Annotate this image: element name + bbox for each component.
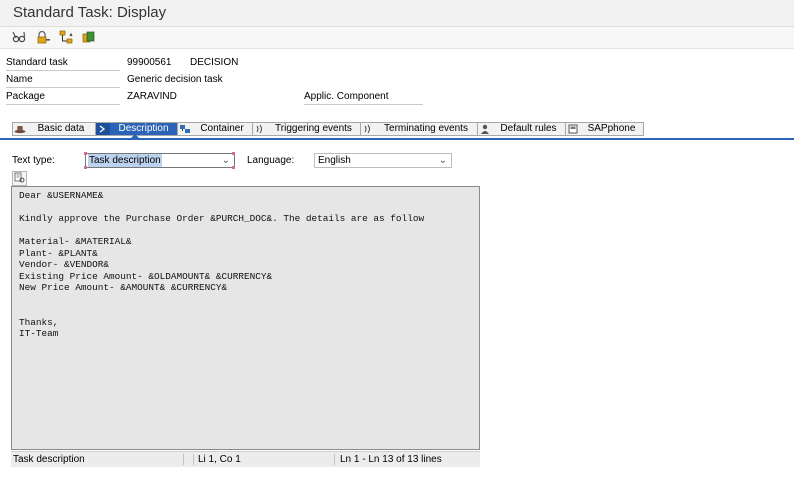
phone-icon <box>566 123 580 135</box>
tab-basic-data[interactable]: Basic data <box>12 122 95 136</box>
editor-line[interactable] <box>19 294 424 306</box>
standard-task-id: 99900561 <box>127 57 172 68</box>
tab-triggering-events[interactable]: Triggering events <box>252 122 360 136</box>
tab-container-label: Container <box>200 123 244 134</box>
chevron-down-icon[interactable]: ⌄ <box>439 154 447 167</box>
editor-line[interactable]: Dear &USERNAME& <box>19 190 424 202</box>
tab-description-label: Description <box>118 123 169 134</box>
editor-line[interactable]: IT-Team <box>19 328 424 340</box>
applic-component-label: Applic. Component <box>304 89 423 105</box>
transport-icon[interactable] <box>81 29 97 45</box>
editor-line[interactable]: Plant- &PLANT& <box>19 248 424 260</box>
focus-corner <box>232 166 235 169</box>
tab-default-rules[interactable]: Default rules <box>477 122 565 136</box>
tab-terminating-events[interactable]: Terminating events <box>360 122 477 136</box>
tab-strip: Basic data Description Container Trigger… <box>12 122 644 136</box>
editor-line[interactable]: Thanks, <box>19 317 424 329</box>
task-header: Standard task 99900561 DECISION Name Gen… <box>0 53 794 108</box>
editor-line[interactable]: Vendor- &VENDOR& <box>19 259 424 271</box>
window-title: Standard Task: Display <box>13 4 167 21</box>
container-icon <box>178 123 192 135</box>
standard-task-label: Standard task <box>6 55 120 71</box>
editor-line[interactable]: Existing Price Amount- &OLDAMOUNT& &CURR… <box>19 271 424 283</box>
name-row: Name Generic decision task <box>0 72 794 88</box>
editor-line[interactable] <box>19 202 424 214</box>
glasses-icon[interactable] <box>11 29 27 45</box>
tab-container[interactable]: Container <box>177 122 252 136</box>
editor-line[interactable] <box>19 305 424 317</box>
text-type-label: Text type: <box>12 155 55 166</box>
tab-default-rules-label: Default rules <box>500 123 557 134</box>
tab-triggering-events-label: Triggering events <box>275 123 352 134</box>
status-context: Task description <box>13 454 85 465</box>
editor-line[interactable]: Kindly approve the Purchase Order &PURCH… <box>19 213 424 225</box>
text-type-dropdown[interactable]: Task description ⌄ <box>85 153 235 168</box>
editor-content[interactable]: Dear &USERNAME& Kindly approve the Purch… <box>19 190 424 340</box>
change-editor-button[interactable] <box>12 171 27 186</box>
hat-icon <box>13 123 27 135</box>
status-cursor-position: Li 1, Co 1 <box>198 454 241 465</box>
lock-key-icon[interactable] <box>35 29 51 45</box>
standard-task-row: Standard task 99900561 DECISION <box>0 55 794 71</box>
editor-line[interactable]: New Price Amount- &AMOUNT& &CURRENCY& <box>19 282 424 294</box>
status-line-range: Ln 1 - Ln 13 of 13 lines <box>340 454 442 465</box>
language-dropdown[interactable]: English ⌄ <box>314 153 452 168</box>
tab-terminating-events-label: Terminating events <box>384 123 468 134</box>
description-text-editor[interactable]: Dear &USERNAME& Kindly approve the Purch… <box>11 186 480 450</box>
editor-status-bar: Task description Li 1, Co 1 Ln 1 - Ln 13… <box>11 451 480 467</box>
editor-line[interactable]: Material- &MATERIAL& <box>19 236 424 248</box>
language-value: English <box>318 155 351 166</box>
text-type-value: Task description <box>88 154 162 167</box>
tab-basic-data-label: Basic data <box>37 123 85 134</box>
name-value: Generic decision task <box>127 74 223 85</box>
focus-corner <box>84 166 87 169</box>
standard-task-abbr: DECISION <box>190 57 239 68</box>
event-waves-icon <box>361 123 375 135</box>
focus-corner <box>84 152 87 155</box>
package-row: Package ZARAVIND Applic. Component <box>0 89 794 105</box>
application-toolbar <box>0 27 794 49</box>
name-label: Name <box>6 72 120 88</box>
status-divider <box>334 454 335 465</box>
title-bar: Standard Task: Display <box>0 0 794 27</box>
editor-line[interactable] <box>19 225 424 237</box>
tab-underline <box>0 138 794 140</box>
focus-corner <box>232 152 235 155</box>
tab-sapphone[interactable]: SAPphone <box>565 122 644 136</box>
hierarchy-icon[interactable] <box>58 29 74 45</box>
language-label: Language: <box>247 155 295 166</box>
package-value: ZARAVIND <box>127 91 177 102</box>
tab-sapphone-label: SAPphone <box>587 123 636 134</box>
status-divider <box>193 454 194 465</box>
text-icon <box>96 123 110 135</box>
package-label: Package <box>6 89 120 105</box>
chevron-down-icon[interactable]: ⌄ <box>222 154 230 167</box>
person-icon <box>478 123 492 135</box>
event-waves-icon <box>253 123 267 135</box>
status-divider <box>183 454 184 465</box>
document-edit-icon <box>14 172 25 186</box>
